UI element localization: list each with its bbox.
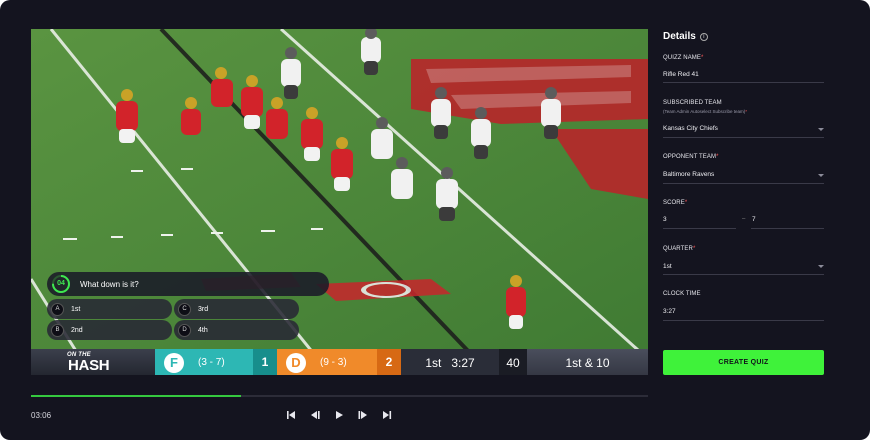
chevron-down-icon[interactable]: [818, 265, 824, 268]
option-text: 3rd: [198, 305, 209, 313]
team2-block: D (9 - 3) 2: [277, 349, 401, 375]
team1-record: (3 - 7): [198, 357, 225, 368]
score-away-underline: [751, 228, 824, 229]
option-text: 2nd: [71, 326, 83, 334]
quiz-name-input[interactable]: Rifle Red 41: [663, 71, 699, 78]
score-home-underline: [663, 228, 736, 229]
play-clock: 40: [499, 349, 527, 375]
play-icon[interactable]: [332, 408, 346, 422]
step-forward-icon[interactable]: [356, 408, 370, 422]
scorebug: ON THE HASH F (3 - 7) 1 D (9 - 3) 2 1st …: [31, 349, 648, 375]
chevron-down-icon[interactable]: [818, 174, 824, 177]
option-letter: B: [51, 323, 64, 337]
video-progress-fill: [31, 395, 241, 397]
game-clock: 1st 3:27: [401, 349, 499, 375]
on-the-hash-logo: ON THE HASH: [31, 349, 155, 375]
video-player[interactable]: 04 What down is it? A 1st C 3rd B 2nd D …: [31, 29, 648, 375]
app-window: 04 What down is it? A 1st C 3rd B 2nd D …: [0, 0, 870, 440]
team2-badge: D: [286, 352, 306, 373]
opponent-team-select[interactable]: Baltimore Ravens: [663, 171, 714, 178]
subscribed-team-select[interactable]: Kansas City Chiefs: [663, 125, 718, 132]
option-letter: D: [178, 323, 191, 337]
video-progress-bar[interactable]: [31, 395, 648, 397]
score-home-input[interactable]: 3: [663, 216, 667, 223]
option-text: 4th: [198, 326, 208, 334]
subscribed-team-hint: (Team Admin Autoselect Subscribe team)*: [663, 109, 748, 114]
opponent-team-label: OPPONENT TEAM*: [663, 154, 719, 160]
subscribed-team-underline: [663, 137, 824, 138]
score-separator: –: [742, 216, 746, 222]
opponent-team-underline: [663, 183, 824, 184]
option-letter: C: [178, 302, 191, 316]
playback-controls: [284, 408, 394, 422]
quarter-label: QUARTER*: [663, 246, 696, 252]
create-quiz-button[interactable]: CREATE QUIZ: [663, 350, 824, 375]
score-label: SCORE*: [663, 200, 688, 206]
clock-time-underline: [663, 320, 824, 321]
team2-record: (9 - 3): [320, 357, 347, 368]
quiz-option-b[interactable]: B 2nd: [47, 320, 172, 340]
subscribed-team-label: SUBSCRIBED TEAM: [663, 100, 722, 106]
countdown-timer: 04: [51, 274, 71, 294]
clock-time-label: CLOCK TIME: [663, 291, 701, 297]
step-back-icon[interactable]: [308, 408, 322, 422]
option-letter: A: [51, 302, 64, 316]
quarter-underline: [663, 274, 824, 275]
team1-score: 1: [253, 349, 277, 375]
quiz-question-bar: 04 What down is it?: [47, 272, 329, 296]
quiz-option-d[interactable]: D 4th: [174, 320, 299, 340]
current-time: 03:06: [31, 411, 52, 420]
option-text: 1st: [71, 305, 81, 313]
quarter-select[interactable]: 1st: [663, 263, 672, 270]
down-distance: 1st & 10: [527, 349, 648, 375]
info-icon[interactable]: i: [699, 32, 708, 41]
details-panel: Details i QUIZZ NAME* Rifle Red 41 SUBSC…: [663, 0, 828, 440]
panel-title-row: Details i: [663, 31, 708, 42]
score-away-input[interactable]: 7: [752, 216, 756, 223]
chevron-down-icon[interactable]: [818, 128, 824, 131]
team1-block: F (3 - 7) 1: [155, 349, 277, 375]
quiz-name-label: QUIZZ NAME*: [663, 55, 704, 61]
quiz-option-a[interactable]: A 1st: [47, 299, 172, 319]
timer-value: 04: [57, 280, 65, 287]
panel-title: Details: [663, 31, 696, 42]
quiz-question-text: What down is it?: [80, 279, 139, 289]
clock-time-input[interactable]: 3:27: [663, 308, 676, 315]
logo-line-2: HASH: [68, 357, 110, 374]
skip-forward-icon[interactable]: [380, 408, 394, 422]
team2-score: 2: [377, 349, 401, 375]
skip-back-icon[interactable]: [284, 408, 298, 422]
team1-badge: F: [164, 352, 184, 373]
quiz-name-underline: [663, 82, 824, 83]
quiz-option-c[interactable]: C 3rd: [174, 299, 299, 319]
